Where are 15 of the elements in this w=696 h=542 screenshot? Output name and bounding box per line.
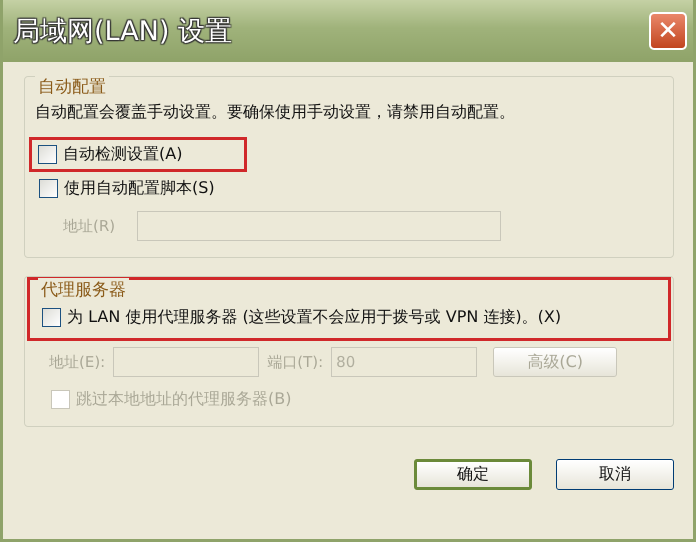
checkbox-label: 使用自动配置脚本(S) <box>64 178 215 199</box>
field-label: 地址(E): <box>49 352 106 372</box>
checkbox[interactable] <box>38 145 57 164</box>
checkbox[interactable] <box>42 308 61 327</box>
checkbox[interactable] <box>39 179 58 198</box>
window-title: 局域网(LAN) 设置 <box>13 15 232 49</box>
close-button[interactable]: ✕ <box>649 12 687 50</box>
description-text: 自动配置会覆盖手动设置。要确保使用手动设置，请禁用自动配置。 <box>35 102 516 123</box>
checkbox-label: 为 LAN 使用代理服务器 (这些设置不会应用于拨号或 VPN 连接)。(X) <box>67 307 562 328</box>
checkbox-label: 跳过本地地址的代理服务器(B) <box>76 389 292 410</box>
ok-button[interactable]: 确定 <box>414 459 532 490</box>
field-label: 地址(R) <box>63 216 116 236</box>
checkbox-label: 自动检测设置(A) <box>63 144 182 165</box>
cancel-button[interactable]: 取消 <box>556 459 674 490</box>
field-label: 端口(T): <box>267 352 324 372</box>
